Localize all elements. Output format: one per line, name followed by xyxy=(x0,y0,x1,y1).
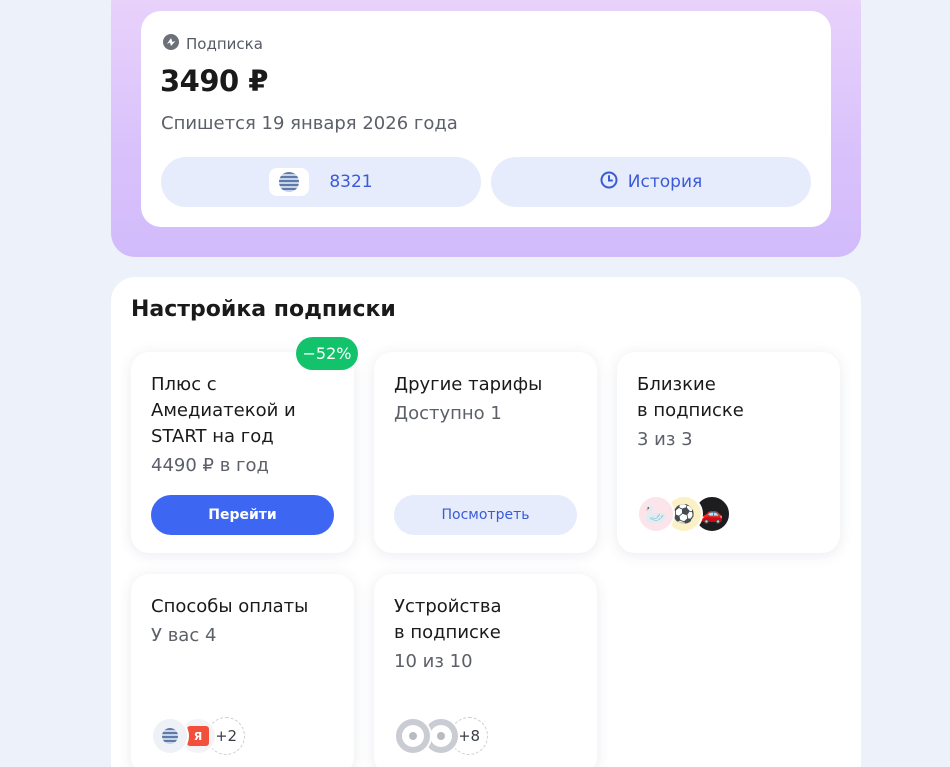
discount-badge: −52% xyxy=(296,337,358,370)
offer-title: Плюс с Амедиатекой и START на год xyxy=(151,374,296,447)
payment-methods-tile[interactable]: Способы оплаты У вас 4 Я +2 xyxy=(131,574,354,767)
tariffs-available: Доступно 1 xyxy=(394,403,502,424)
other-tariffs-tile[interactable]: Другие тарифы Доступно 1 Посмотреть xyxy=(374,352,597,553)
subscription-label: Подписка xyxy=(186,35,263,53)
family-avatars: 🦢 ⚽ 🚗 xyxy=(637,495,731,533)
family-tile[interactable]: Близкие в подписке 3 из 3 🦢 ⚽ 🚗 xyxy=(617,352,840,553)
offer-tile[interactable]: Плюс с Амедиатекой и START на год 4490 ₽… xyxy=(131,352,354,553)
avatar: 🦢 xyxy=(637,495,675,533)
offer-price: 4490 ₽ в год xyxy=(151,455,269,476)
devices-count: 10 из 10 xyxy=(394,651,473,672)
devices-title: Устройства в подписке xyxy=(394,596,502,643)
tariffs-title: Другие тарифы xyxy=(394,374,543,395)
subscription-settings-panel: Настройка подписки Плюс с Амедиатекой и … xyxy=(111,277,861,767)
devices-tile[interactable]: Устройства в подписке 10 из 10 +8 xyxy=(374,574,597,767)
payment-methods-count: У вас 4 xyxy=(151,625,217,646)
payment-methods-title: Способы оплаты xyxy=(151,596,309,617)
view-button[interactable]: Посмотреть xyxy=(394,495,577,535)
subscription-card: Подписка 3490 ₽ Спишется 19 января 2026 … xyxy=(141,11,831,227)
history-label: История xyxy=(627,172,703,192)
history-button[interactable]: История xyxy=(491,157,811,207)
device-icons: +8 xyxy=(394,717,488,755)
device-icon xyxy=(394,717,432,755)
plus-logo-icon xyxy=(162,33,180,55)
bank-logo-icon xyxy=(269,168,310,196)
go-button[interactable]: Перейти xyxy=(151,495,334,535)
subscription-price: 3490 ₽ xyxy=(160,64,269,98)
bank-logo-icon xyxy=(151,717,189,755)
clock-icon xyxy=(600,171,618,194)
card-number: 8321 xyxy=(329,172,373,192)
family-title: Близкие в подписке xyxy=(637,374,744,421)
settings-title: Настройка подписки xyxy=(131,297,396,322)
family-count: 3 из 3 xyxy=(637,429,693,450)
payment-method-icons: Я +2 xyxy=(151,717,245,755)
payment-card-button[interactable]: 8321 xyxy=(161,157,481,207)
next-charge-text: Спишется 19 января 2026 года xyxy=(161,113,458,134)
subscription-header: Подписка xyxy=(162,33,263,55)
